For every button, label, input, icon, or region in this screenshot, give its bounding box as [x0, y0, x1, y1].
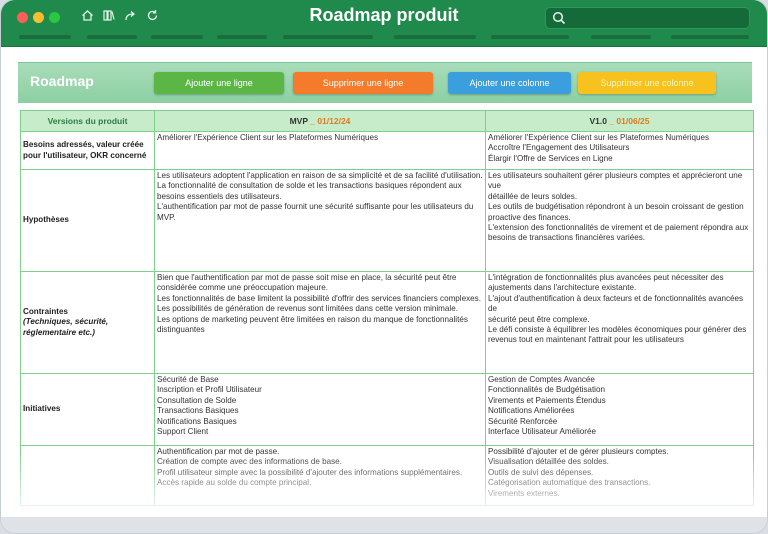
- tab-placeholder[interactable]: [394, 35, 476, 39]
- cell-line: ajustements dans l'architecture existant…: [488, 283, 637, 293]
- roadmap-ribbon: Roadmap Ajouter une ligne Supprimer une …: [18, 62, 752, 103]
- cell-line: Les possibilités de génération de revenu…: [157, 304, 458, 314]
- tab-placeholder[interactable]: [151, 35, 203, 39]
- cell-line: Les utilisateurs souhaitent gérer plusie…: [488, 171, 743, 191]
- row-label: Initiatives: [20, 373, 155, 446]
- cell-line: La fonctionnalité de consultation de sol…: [157, 181, 462, 201]
- table-row: Hypothèses Les utilisateurs adoptent l'a…: [20, 169, 754, 272]
- mvp-cell[interactable]: Améliorer l'Expérience Client sur les Pl…: [154, 131, 486, 170]
- search-field[interactable]: [545, 7, 750, 29]
- search-icon: [552, 11, 566, 25]
- tab-placeholder[interactable]: [87, 35, 137, 39]
- cell-line: L'authentification par mot de passe four…: [157, 202, 474, 222]
- cell-line: L'intégration de fonctionnalités plus av…: [488, 273, 724, 282]
- cell-line: Le défi consiste à équilibrer les modèle…: [488, 325, 747, 335]
- table-row: Contraintes (Techniques, sécurité, régle…: [20, 271, 754, 374]
- cell-line: revenus tout en maintenant l'attrait pou…: [488, 335, 684, 345]
- v1-cell[interactable]: Possibilité d'ajouter et de gérer plusie…: [485, 445, 754, 506]
- cell-line: Fonctionnalités de Budgétisation: [488, 385, 605, 395]
- cell-line: détaillée de leurs soldes.: [488, 191, 578, 201]
- cell-line: Gestion de Comptes Avancée: [488, 375, 595, 384]
- v1-cell[interactable]: Améliorer l'Expérience Client sur les Pl…: [485, 131, 754, 170]
- cell-line: Création de compte avec des informations…: [157, 457, 342, 467]
- mvp-cell[interactable]: Sécurité de Base Inscription et Profil U…: [154, 373, 486, 446]
- ribbon-title: Roadmap: [30, 73, 94, 89]
- header-mvp-date: 01/12/24: [317, 115, 351, 126]
- tab-placeholder[interactable]: [491, 35, 569, 39]
- delete-row-button[interactable]: Supprimer une ligne: [293, 72, 433, 94]
- tab-placeholder[interactable]: [283, 35, 373, 39]
- cell-line: Catégorisation automatique des transacti…: [488, 478, 651, 488]
- cell-line: Sécurité Renforcée: [488, 416, 558, 426]
- cell-line: Bien que l'authentification par mot de p…: [157, 273, 457, 293]
- header-v1-date: 01/06/25: [616, 115, 650, 126]
- cell-line: Support Client: [157, 427, 209, 437]
- row-label: Contraintes (Techniques, sécurité, régle…: [20, 271, 155, 374]
- cell-line: Les fonctionnalités de base limitent la …: [157, 293, 481, 303]
- cell-line: Visualisation détaillée des soldes.: [488, 457, 609, 467]
- table-header-row: Versions du produit MVP _ 01/12/24 V1.0 …: [20, 110, 754, 132]
- tab-placeholder[interactable]: [217, 35, 267, 39]
- cell-line: proactive des finances.: [488, 212, 571, 222]
- cell-line: Inscription et Profil Utilisateur: [157, 385, 262, 395]
- cell-line: Authentification par mot de passe.: [157, 447, 280, 456]
- cell-line: Les outils de budgétisation répondront à…: [488, 202, 744, 212]
- mvp-cell[interactable]: Authentification par mot de passe. Créat…: [154, 445, 486, 506]
- mvp-cell[interactable]: Les utilisateurs adoptent l'application …: [154, 169, 486, 272]
- cell-line: Les utilisateurs adoptent l'application …: [157, 171, 483, 180]
- v1-cell[interactable]: Les utilisateurs souhaitent gérer plusie…: [485, 169, 754, 272]
- bottom-bar: [1, 517, 767, 533]
- row-label: [20, 445, 155, 506]
- v1-cell[interactable]: L'intégration de fonctionnalités plus av…: [485, 271, 754, 374]
- header-mvp[interactable]: MVP _ 01/12/24: [154, 110, 486, 132]
- row-label: Hypothèses: [20, 169, 155, 272]
- cell-line: sécurité peut être complexe.: [488, 314, 590, 324]
- roadmap-table: Versions du produit MVP _ 01/12/24 V1.0 …: [20, 110, 754, 506]
- cell-line: Consultation de Solde: [157, 395, 237, 405]
- tab-placeholder[interactable]: [591, 35, 651, 39]
- tab-placeholder[interactable]: [19, 35, 71, 39]
- header-v1-version: V1.0: [589, 115, 607, 126]
- app-window: Roadmap produit Roadmap Ajouter une lign…: [1, 0, 767, 533]
- cell-line: Accès rapide au solde du compte principa…: [157, 478, 312, 488]
- tab-placeholder[interactable]: [671, 35, 749, 39]
- cell-line: Virements et Paiements Étendus: [488, 395, 606, 405]
- cell-line: Élargir l'Offre de Services en Ligne: [488, 153, 613, 163]
- cell-line: Notifications Basiques: [157, 416, 237, 426]
- row-label-sub: (Techniques, sécurité, réglementaire etc…: [23, 317, 109, 337]
- delete-column-button[interactable]: Supprimer une colonne: [578, 72, 716, 94]
- add-column-button[interactable]: Ajouter une colonne: [448, 72, 571, 94]
- cell-line: Améliorer l'Expérience Client sur les Pl…: [488, 133, 710, 142]
- row-label: Besoins adressés, valeur créée pour l'ut…: [20, 131, 155, 170]
- cell-line: Sécurité de Base: [157, 375, 219, 384]
- table-row: Authentification par mot de passe. Créat…: [20, 445, 754, 506]
- cell-line: Améliorer l'Expérience Client sur les Pl…: [157, 133, 379, 142]
- header-mvp-version: MVP: [289, 115, 308, 126]
- cell-line: Accroître l'Engagement des Utilisateurs: [488, 143, 630, 153]
- header-v1[interactable]: V1.0 _ 01/06/25: [485, 110, 754, 132]
- cell-line: Possibilité d'ajouter et de gérer plusie…: [488, 447, 669, 456]
- title-bar: Roadmap produit: [1, 0, 767, 47]
- table-row: Besoins adressés, valeur créée pour l'ut…: [20, 131, 754, 170]
- cell-line: Profil utilisateur simple avec la possib…: [157, 467, 463, 477]
- cell-line: Les options de marketing peuvent être li…: [157, 314, 468, 335]
- cell-line: L'extension des fonctionnalités de virem…: [488, 223, 749, 233]
- cell-line: Outils de suivi des dépenses.: [488, 467, 594, 477]
- cell-line: besoins de transactions financières vari…: [488, 233, 646, 243]
- header-versions: Versions du produit: [20, 110, 155, 132]
- cell-line: Interface Utilisateur Améliorée: [488, 427, 596, 437]
- table-row: Initiatives Sécurité de Base Inscription…: [20, 373, 754, 446]
- cell-line: Transactions Basiques: [157, 406, 239, 416]
- mvp-cell[interactable]: Bien que l'authentification par mot de p…: [154, 271, 486, 374]
- add-row-button[interactable]: Ajouter une ligne: [154, 72, 284, 94]
- cell-line: Virements externes.: [488, 488, 560, 498]
- cell-line: Notifications Améliorées: [488, 406, 575, 416]
- row-label-main: Contraintes: [23, 306, 68, 316]
- v1-cell[interactable]: Gestion de Comptes Avancée Fonctionnalit…: [485, 373, 754, 446]
- cell-line: L'ajout d'authentification à deux facteu…: [488, 293, 744, 314]
